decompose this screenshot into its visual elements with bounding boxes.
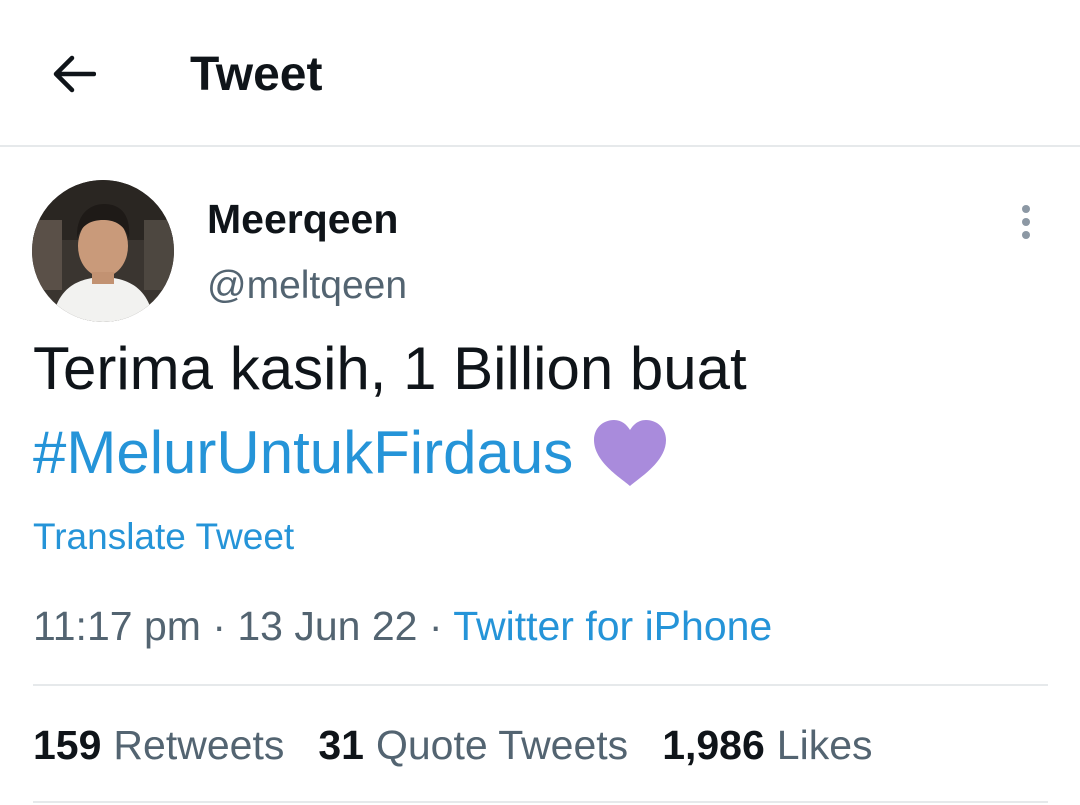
divider xyxy=(33,684,1048,686)
tweet-time: 11:17 pm xyxy=(33,603,201,649)
avatar-photo xyxy=(32,180,174,322)
author-handle[interactable]: @meltqeen xyxy=(207,262,407,310)
more-options-button[interactable] xyxy=(1005,200,1047,244)
separator: · xyxy=(428,603,443,649)
tweet-stats: 159 Retweets 31 Quote Tweets 1,986 Likes xyxy=(33,718,907,772)
quote-tweets-stat[interactable]: 31 Quote Tweets xyxy=(318,718,628,772)
translate-tweet-link[interactable]: Translate Tweet xyxy=(33,513,294,561)
more-vertical-icon xyxy=(1022,205,1030,213)
avatar[interactable] xyxy=(32,180,174,322)
likes-stat[interactable]: 1,986 Likes xyxy=(662,718,872,772)
page-title: Tweet xyxy=(190,48,323,101)
separator: · xyxy=(212,603,226,649)
arrow-left-icon xyxy=(53,55,96,93)
back-button[interactable] xyxy=(48,48,100,100)
tweet-text: Terima kasih, 1 Billion buat #MelurUntuk… xyxy=(33,334,1053,488)
quote-tweets-count: 31 xyxy=(318,722,364,768)
tweet-text-line: Terima kasih, 1 Billion buat xyxy=(33,335,747,402)
top-app-bar: Tweet xyxy=(0,0,1080,147)
tweet-source-link[interactable]: Twitter for iPhone xyxy=(453,603,772,649)
likes-count: 1,986 xyxy=(662,722,765,768)
retweets-count: 159 xyxy=(33,722,102,768)
likes-label: Likes xyxy=(776,722,873,768)
more-vertical-icon-dot xyxy=(1022,218,1030,226)
more-vertical-icon-dot xyxy=(1022,231,1030,239)
tweet-date: 13 Jun 22 xyxy=(237,603,418,649)
tweet-metadata: 11:17 pm · 13 Jun 22 · Twitter for iPhon… xyxy=(33,600,772,652)
author-display-name[interactable]: Meerqeen xyxy=(207,195,398,243)
tweet-text-line-hashtag: #MelurUntukFirdaus xyxy=(33,418,1053,488)
quote-tweets-label: Quote Tweets xyxy=(375,722,629,768)
retweets-stat[interactable]: 159 Retweets xyxy=(33,718,284,772)
purple-heart-icon xyxy=(594,420,667,486)
retweets-label: Retweets xyxy=(113,722,285,768)
divider xyxy=(33,801,1048,803)
hashtag-link[interactable]: #MelurUntukFirdaus xyxy=(33,418,573,488)
